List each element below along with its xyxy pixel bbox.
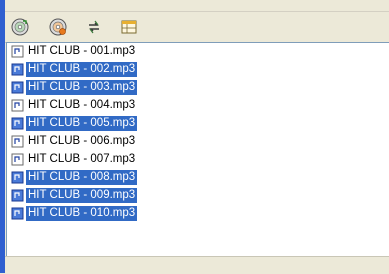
file-name: HIT CLUB - 002.mp3 [26,62,138,77]
audio-file-icon [11,135,24,148]
file-name: HIT CLUB - 005.mp3 [26,116,138,131]
audio-file-icon [11,63,24,76]
file-name: HIT CLUB - 006.mp3 [28,135,136,147]
grid-view-icon [121,20,137,34]
audio-file-icon [11,99,24,112]
list-item[interactable]: HIT CLUB - 007.mp3 [11,152,137,167]
disc-icon [11,18,29,36]
file-name: HIT CLUB - 007.mp3 [28,153,136,165]
status-bar [5,256,389,274]
audio-file-icon [11,153,24,166]
list-item[interactable]: HIT CLUB - 008.mp3 [11,170,138,185]
disc-settings-button[interactable] [48,17,68,37]
refresh-button[interactable] [84,17,104,37]
list-item[interactable]: HIT CLUB - 010.mp3 [11,206,138,221]
file-name: HIT CLUB - 003.mp3 [26,80,138,95]
file-name: HIT CLUB - 004.mp3 [28,99,136,111]
audio-file-icon [11,117,24,130]
list-item[interactable]: HIT CLUB - 006.mp3 [11,134,137,149]
file-name: HIT CLUB - 010.mp3 [26,206,138,221]
view-button[interactable] [119,17,139,37]
list-item[interactable]: HIT CLUB - 003.mp3 [11,80,138,95]
list-item[interactable]: HIT CLUB - 005.mp3 [11,116,138,131]
file-name: HIT CLUB - 009.mp3 [26,188,138,203]
list-item[interactable]: HIT CLUB - 001.mp3 [11,44,137,59]
file-name: HIT CLUB - 008.mp3 [26,170,138,185]
audio-file-icon [11,207,24,220]
disc-orange-icon [49,18,67,36]
file-list[interactable]: HIT CLUB - 001.mp3 HIT CLUB - 002.mp3 HI… [6,42,389,257]
audio-file-icon [11,189,24,202]
file-name: HIT CLUB - 001.mp3 [28,45,136,57]
list-item[interactable]: HIT CLUB - 004.mp3 [11,98,137,113]
audio-file-icon [11,171,24,184]
sync-arrows-icon [89,20,99,34]
toolbar-separator [5,11,389,12]
audio-file-icon [11,81,24,94]
add-disc-button[interactable] [10,17,30,37]
list-item[interactable]: HIT CLUB - 009.mp3 [11,188,138,203]
audio-file-icon [11,45,24,58]
list-item[interactable]: HIT CLUB - 002.mp3 [11,62,138,77]
